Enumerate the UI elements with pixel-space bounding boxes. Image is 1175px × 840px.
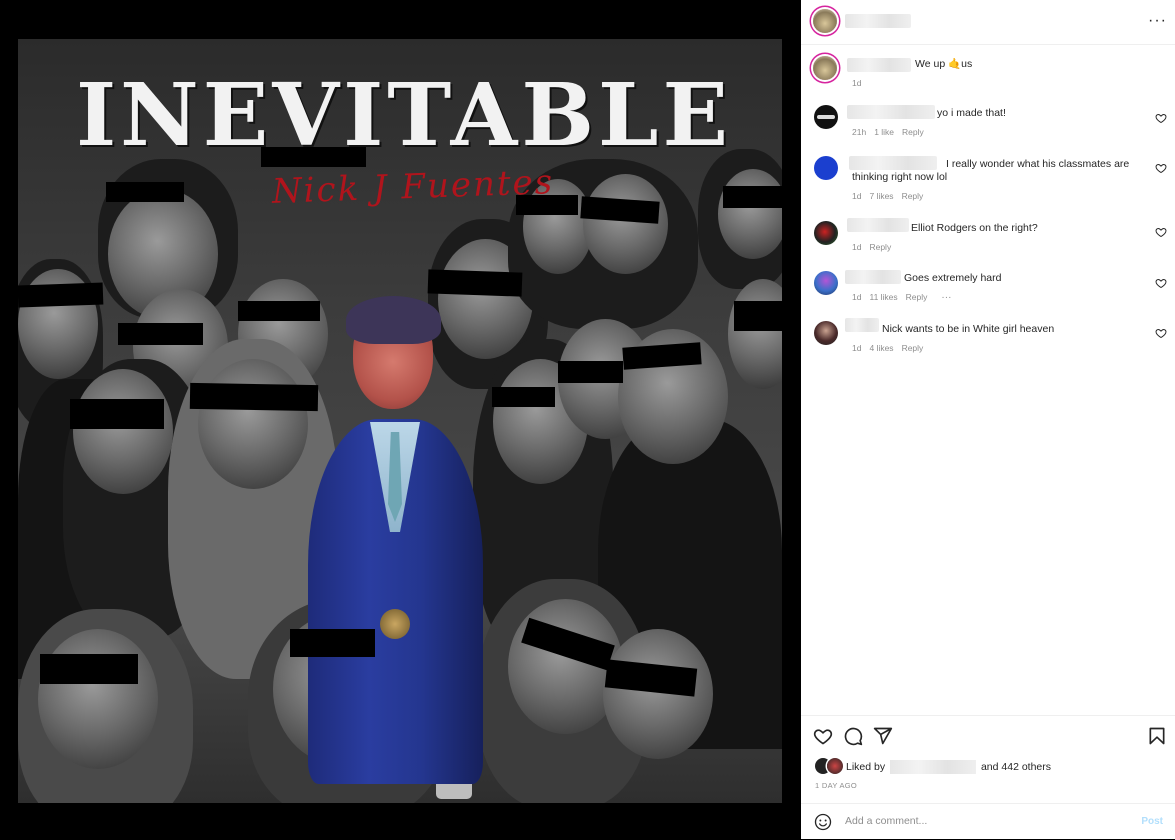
reply-link[interactable]: Reply bbox=[902, 343, 924, 353]
crowd-face bbox=[38, 629, 158, 769]
liked-by-others[interactable]: and 442 others bbox=[981, 761, 1051, 773]
liker-avatar[interactable] bbox=[827, 758, 843, 774]
medal bbox=[380, 609, 410, 639]
center-person bbox=[308, 296, 483, 784]
commenter-username-redacted[interactable] bbox=[847, 105, 935, 119]
censor-bar bbox=[290, 629, 375, 657]
like-heart-icon[interactable] bbox=[813, 726, 833, 746]
commenter-avatar[interactable] bbox=[814, 321, 838, 345]
caption-username-redacted[interactable] bbox=[847, 58, 911, 72]
comment-bubble-icon[interactable] bbox=[843, 726, 863, 746]
comment-meta: 1d 7 likes Reply bbox=[852, 191, 931, 201]
censor-bar bbox=[118, 323, 203, 345]
album-title: INEVITABLE bbox=[75, 65, 733, 166]
censor-bar bbox=[189, 382, 319, 412]
comment-text: yo i made that! bbox=[937, 107, 1006, 119]
crowd-face bbox=[718, 169, 782, 259]
save-bookmark-icon[interactable] bbox=[1147, 726, 1167, 746]
crowd-face bbox=[73, 369, 173, 494]
caption-author-avatar[interactable] bbox=[813, 56, 837, 80]
censor-bar bbox=[70, 399, 164, 429]
comment-likes[interactable]: 11 likes bbox=[869, 292, 897, 302]
caption-text: We up 🤙us bbox=[915, 58, 973, 70]
crowd-face bbox=[603, 629, 713, 759]
comment-text: Goes extremely hard bbox=[904, 272, 1002, 284]
comment-meta: 1d 4 likes Reply bbox=[852, 343, 931, 353]
censor-bar bbox=[18, 282, 104, 308]
comment-text: I really wonder what his classmates are … bbox=[852, 158, 1130, 183]
post-date: 1 DAY AGO bbox=[815, 781, 858, 790]
comment-input[interactable] bbox=[843, 814, 1127, 828]
reply-link[interactable]: Reply bbox=[906, 292, 928, 302]
comment-time: 21h bbox=[852, 127, 867, 137]
like-comment-heart-icon[interactable] bbox=[1155, 162, 1167, 174]
more-options-icon[interactable]: ··· bbox=[1148, 12, 1167, 30]
liked-by-summary: Liked by and 442 others bbox=[846, 760, 1051, 774]
caption-time: 1d bbox=[852, 78, 862, 88]
like-comment-heart-icon[interactable] bbox=[1155, 277, 1167, 289]
add-comment-bar: Post bbox=[801, 803, 1175, 840]
comment-time: 1d bbox=[852, 242, 862, 252]
comment-text: Nick wants to be in White girl heaven bbox=[882, 323, 1055, 335]
censor-bar bbox=[558, 361, 623, 383]
post-header: ··· bbox=[801, 0, 1175, 45]
crowd-face bbox=[728, 279, 782, 389]
censor-bar bbox=[427, 269, 523, 297]
liker-username-redacted[interactable] bbox=[890, 760, 977, 774]
center-hair bbox=[346, 296, 441, 344]
reply-link[interactable]: Reply bbox=[902, 191, 924, 201]
comment-meta: 1d 11 likes Reply ··· bbox=[852, 292, 959, 303]
comment-likes[interactable]: 4 likes bbox=[869, 343, 893, 353]
censor-bar bbox=[106, 182, 184, 202]
censor-bar bbox=[723, 186, 782, 208]
like-comment-heart-icon[interactable] bbox=[1155, 226, 1167, 238]
reply-link[interactable]: Reply bbox=[902, 127, 924, 137]
post-media: INEVITABLE Nick J Fuentes bbox=[0, 0, 801, 839]
censor-bar bbox=[492, 387, 555, 407]
post-actions: Liked by and 442 others 1 DAY AGO bbox=[801, 715, 1175, 806]
crowd-face bbox=[198, 359, 308, 489]
like-comment-heart-icon[interactable] bbox=[1155, 112, 1167, 124]
comment-text: Elliot Rodgers on the right? bbox=[911, 222, 1038, 234]
comment-time: 1d bbox=[852, 343, 862, 353]
comment-meta: 21h 1 like Reply bbox=[852, 127, 932, 137]
censor-bar bbox=[40, 654, 138, 684]
comment-more-icon[interactable]: ··· bbox=[941, 292, 951, 303]
liked-by-prefix: Liked by bbox=[846, 760, 886, 773]
like-comment-heart-icon[interactable] bbox=[1155, 327, 1167, 339]
commenter-username-redacted[interactable] bbox=[847, 218, 909, 232]
commenter-username-redacted[interactable] bbox=[845, 318, 879, 332]
censor-bar bbox=[734, 301, 782, 331]
comment-time: 1d bbox=[852, 191, 862, 201]
commenter-avatar[interactable] bbox=[814, 271, 838, 295]
post-comment-button[interactable]: Post bbox=[1141, 816, 1163, 827]
commenter-username-redacted[interactable] bbox=[845, 270, 901, 284]
comment-meta: 1d Reply bbox=[852, 242, 899, 252]
emoji-icon[interactable] bbox=[814, 813, 832, 831]
share-send-icon[interactable] bbox=[873, 726, 893, 746]
album-cover-image[interactable]: INEVITABLE Nick J Fuentes bbox=[18, 39, 782, 803]
author-avatar[interactable] bbox=[813, 9, 837, 33]
post-sidebar: ··· We up 🤙us 1d yo i made that! 21h 1 li… bbox=[801, 0, 1175, 839]
comment-likes[interactable]: 7 likes bbox=[869, 191, 893, 201]
censor-bar bbox=[238, 301, 320, 321]
commenter-avatar[interactable] bbox=[814, 156, 838, 180]
comment-time: 1d bbox=[852, 292, 862, 302]
comment-likes[interactable]: 1 like bbox=[874, 127, 894, 137]
reply-link[interactable]: Reply bbox=[869, 242, 891, 252]
commenter-avatar[interactable] bbox=[814, 221, 838, 245]
author-username-redacted[interactable] bbox=[845, 14, 911, 28]
commenter-avatar[interactable] bbox=[814, 105, 838, 129]
crowd-face bbox=[583, 174, 668, 274]
